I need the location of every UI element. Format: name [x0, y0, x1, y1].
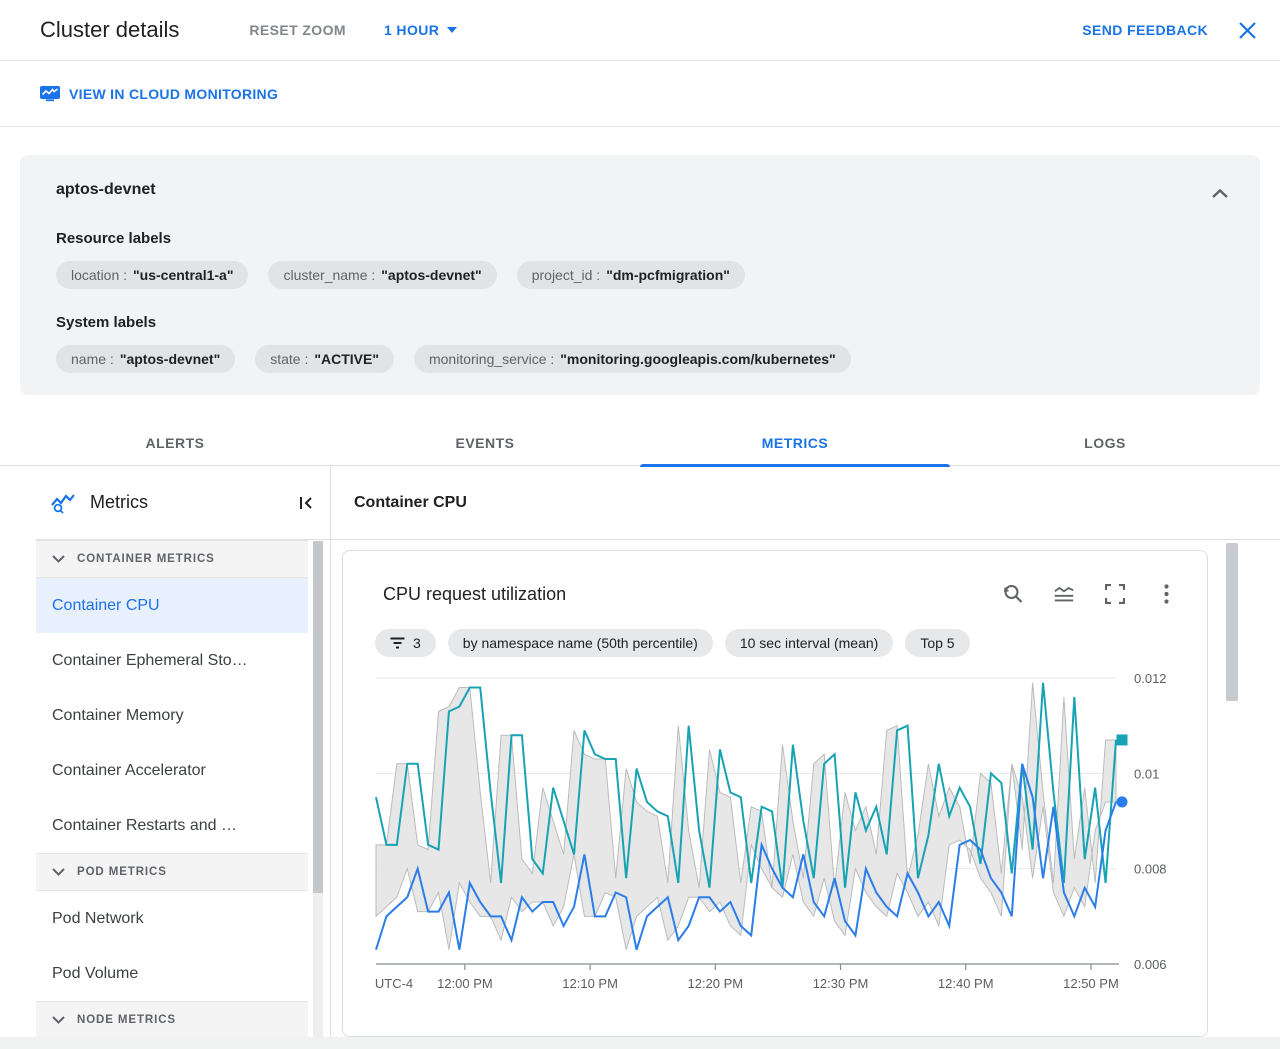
tab-logs[interactable]: LOGS — [950, 420, 1260, 466]
resource-labels-row: location : "us-central1-a" cluster_name … — [56, 261, 1240, 289]
close-button[interactable] — [1236, 19, 1258, 41]
tab-bar: ALERTS EVENTS METRICS LOGS — [20, 420, 1260, 467]
sidebar-divider — [330, 466, 331, 1037]
collapse-sidebar-button[interactable] — [298, 495, 314, 511]
page-title: Cluster details — [40, 17, 180, 42]
top5-chip[interactable]: Top 5 — [905, 629, 970, 657]
time-range-value: 1 HOUR — [383, 22, 440, 38]
close-icon — [1238, 21, 1256, 39]
resource-labels-heading: Resource labels — [56, 230, 172, 247]
metric-panel-header: Container CPU — [331, 466, 1280, 540]
reset-zoom-button[interactable]: RESET ZOOM — [249, 22, 346, 38]
dialog-header: Cluster details RESET ZOOM 1 HOUR SEND F… — [0, 0, 1280, 61]
svg-text:12:30 PM: 12:30 PM — [813, 976, 869, 991]
tab-alerts[interactable]: ALERTS — [20, 420, 330, 466]
svg-text:0.01: 0.01 — [1134, 766, 1159, 781]
interval-chip[interactable]: 10 sec interval (mean) — [724, 629, 894, 657]
metrics-explorer-icon — [51, 493, 75, 514]
filter-icon — [390, 637, 405, 649]
chart-chips-row: 3 by namespace name (50th percentile) 10… — [375, 629, 970, 657]
section-pod-metrics[interactable]: POD METRICS — [36, 853, 308, 891]
svg-text:12:20 PM: 12:20 PM — [687, 976, 743, 991]
chevron-down-icon — [52, 555, 65, 563]
monitoring-link-label: VIEW IN CLOUD MONITORING — [69, 85, 279, 102]
tab-events[interactable]: EVENTS — [330, 420, 640, 466]
svg-text:12:50 PM: 12:50 PM — [1063, 976, 1119, 991]
label-chip-name[interactable]: name : "aptos-devnet" — [56, 345, 236, 373]
zoom-reset-icon — [1003, 585, 1023, 603]
sidebar-item-container-restarts[interactable]: Container Restarts and … — [36, 798, 308, 853]
fullscreen-button[interactable] — [1104, 583, 1126, 605]
cpu-chart[interactable]: 0.006 0.008 0.01 0.012 12:00 PM 12:10 PM 12:20… — [343, 661, 1209, 1006]
sidebar-item-container-accelerator[interactable]: Container Accelerator — [36, 743, 308, 798]
main-scrollbar-thumb[interactable] — [1226, 543, 1238, 701]
chart-title: CPU request utilization — [383, 584, 567, 604]
metric-panel-title: Container CPU — [354, 493, 467, 511]
sidebar-scrollbar-thumb[interactable] — [313, 541, 323, 893]
svg-text:0.012: 0.012 — [1134, 671, 1167, 686]
monitoring-chart-icon — [40, 85, 60, 101]
section-node-metrics[interactable]: NODE METRICS — [36, 1001, 308, 1039]
sidebar-item-pod-network[interactable]: Pod Network — [36, 891, 308, 946]
panel-collapse-button[interactable] — [1208, 181, 1232, 205]
label-chip-project-id[interactable]: project_id : "dm-pcfmigration" — [516, 261, 745, 289]
label-chip-cluster-name[interactable]: cluster_name : "aptos-devnet" — [268, 261, 497, 289]
svg-text:12:40 PM: 12:40 PM — [938, 976, 994, 991]
sidebar-item-container-ephemeral-storage[interactable]: Container Ephemeral Sto… — [36, 633, 308, 688]
more-options-button[interactable] — [1155, 583, 1177, 605]
chevron-down-icon — [52, 1016, 65, 1024]
chevron-down-icon — [52, 868, 65, 876]
sidebar-item-container-cpu[interactable]: Container CPU — [36, 578, 308, 633]
sidebar-title: Metrics — [90, 492, 148, 512]
subheader-bar: VIEW IN CLOUD MONITORING — [0, 61, 1280, 127]
svg-text:12:00 PM: 12:00 PM — [437, 976, 493, 991]
caret-down-icon — [447, 27, 458, 33]
groupby-chip[interactable]: by namespace name (50th percentile) — [447, 629, 713, 657]
filter-chip[interactable]: 3 — [375, 629, 436, 657]
svg-text:12:10 PM: 12:10 PM — [562, 976, 618, 991]
svg-text:UTC-4: UTC-4 — [375, 976, 413, 991]
cluster-name: aptos-devnet — [56, 181, 156, 198]
metrics-sidebar-header: Metrics — [36, 466, 330, 540]
cluster-labels-panel: aptos-devnet Resource labels location : … — [20, 155, 1260, 395]
chevron-up-icon — [1212, 188, 1228, 198]
sidebar-item-container-memory[interactable]: Container Memory — [36, 688, 308, 743]
time-range-dropdown[interactable]: 1 HOUR — [383, 22, 458, 38]
metrics-sidebar-list: CONTAINER METRICS Container CPU Containe… — [36, 540, 308, 1039]
collapse-panel-icon — [300, 496, 312, 509]
system-labels-heading: System labels — [56, 314, 157, 331]
chart-toolbar — [1002, 583, 1177, 605]
send-feedback-button[interactable]: SEND FEEDBACK — [1082, 22, 1208, 38]
sidebar-item-pod-volume[interactable]: Pod Volume — [36, 946, 308, 1001]
fullscreen-icon — [1105, 584, 1125, 604]
view-in-cloud-monitoring-link[interactable]: VIEW IN CLOUD MONITORING — [40, 85, 279, 102]
series-end-marker-circle — [1116, 796, 1128, 808]
label-chip-location[interactable]: location : "us-central1-a" — [56, 261, 249, 289]
legend-toggle-icon — [1054, 586, 1074, 602]
series-end-marker-square — [1116, 734, 1128, 746]
section-container-metrics[interactable]: CONTAINER METRICS — [36, 540, 308, 578]
bottom-edge — [0, 1037, 1280, 1049]
label-chip-monitoring-service[interactable]: monitoring_service : "monitoring.googlea… — [413, 345, 851, 373]
chart-card: CPU request utilization 3 by namespace n… — [342, 550, 1208, 1037]
svg-text:0.006: 0.006 — [1134, 957, 1167, 972]
svg-text:0.008: 0.008 — [1134, 862, 1167, 877]
tab-metrics[interactable]: METRICS — [640, 420, 950, 467]
more-vert-icon — [1163, 584, 1169, 604]
legend-toggle-button[interactable] — [1053, 583, 1075, 605]
label-chip-state[interactable]: state : "ACTIVE" — [255, 345, 394, 373]
zoom-reset-button[interactable] — [1002, 583, 1024, 605]
system-labels-row: name : "aptos-devnet" state : "ACTIVE" m… — [56, 345, 1240, 373]
